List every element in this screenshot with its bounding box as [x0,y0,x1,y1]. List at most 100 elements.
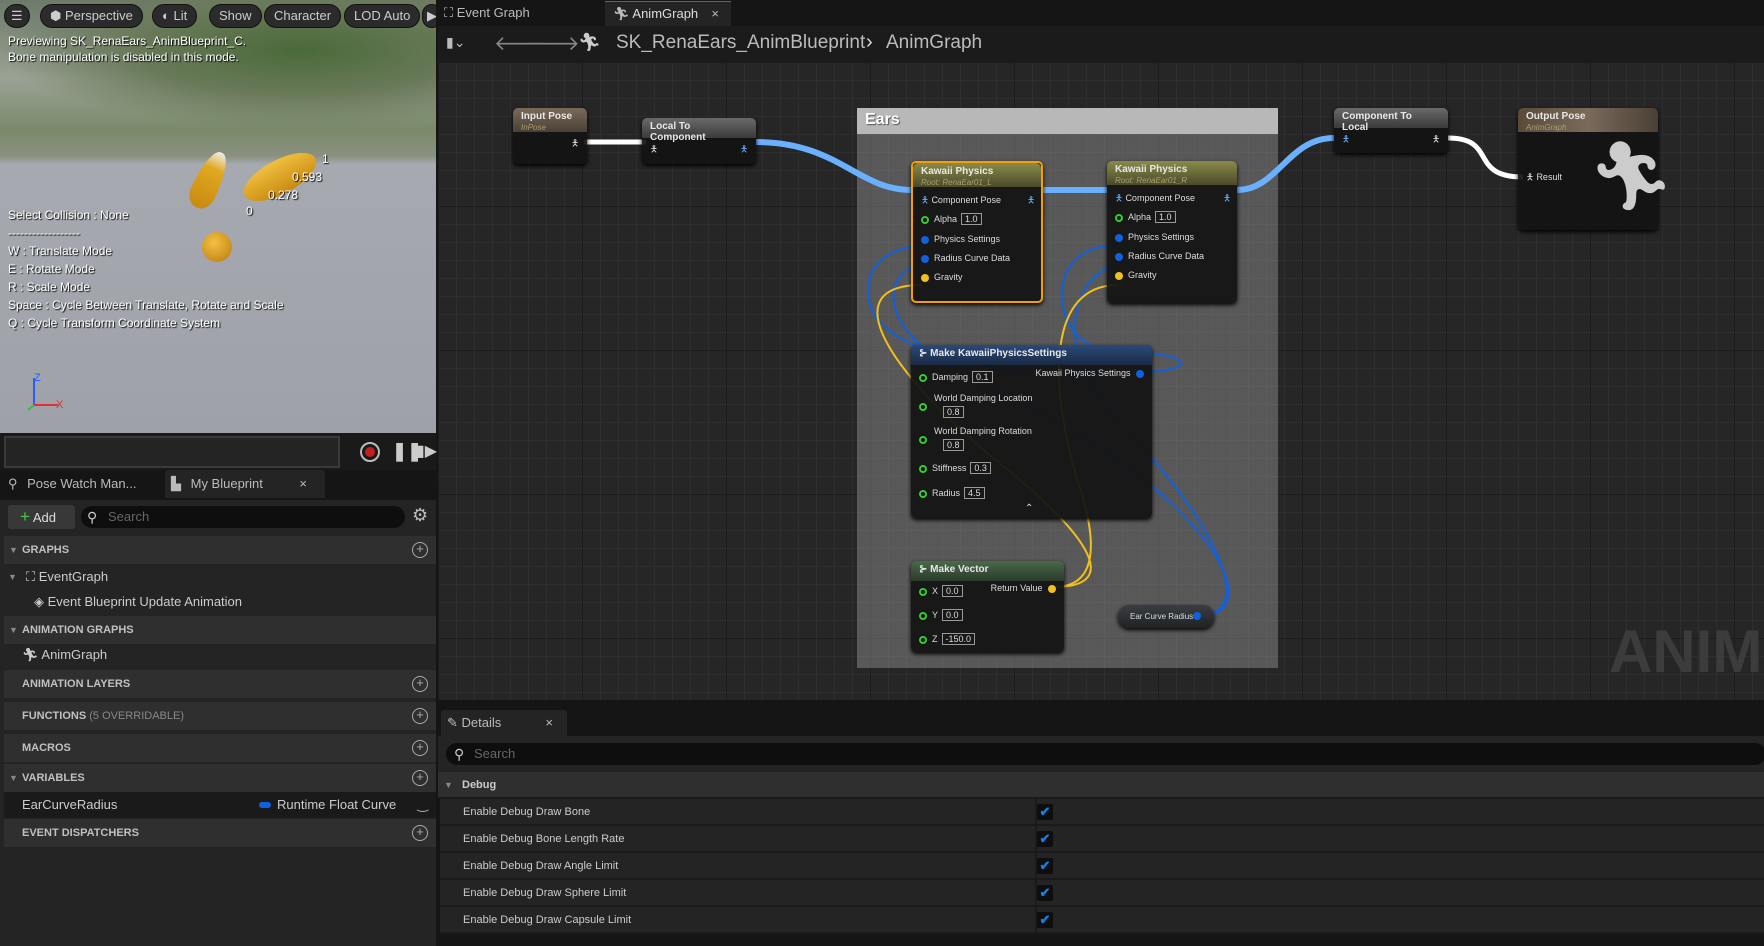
node-kawaii-physics-left[interactable]: Kawaii Physics Root: RenaEar01_L 🯅 Compon… [911,161,1043,303]
struct-pin-icon[interactable] [1115,252,1123,261]
property-checkbox[interactable]: ✔ [1037,858,1053,874]
tab-my-blueprint[interactable]: ▙ My Blueprint × [165,470,325,498]
pose-pin-icon[interactable]: 🯅 [1526,172,1534,182]
node-kawaii-physics-right[interactable]: Kawaii Physics Root: RenaEar01_R 🯅 Compon… [1107,161,1237,303]
breadcrumb-blueprint[interactable]: SK_RenaEars_AnimBlueprint [616,32,865,54]
close-icon[interactable]: × [299,470,307,498]
float-pin-icon[interactable] [919,373,927,382]
pose-pin-icon[interactable]: 🯅 [650,142,658,158]
tab-details[interactable]: ✎ Details × [441,710,567,736]
pose-pin-icon[interactable]: 🯅 [921,195,929,205]
float-pin-icon[interactable] [919,403,927,411]
breadcrumb-graph[interactable]: AnimGraph [886,32,982,54]
section-variables[interactable]: ▼ VARIABLES + [4,764,436,792]
property-checkbox[interactable]: ✔ [1037,912,1053,928]
struct-pin-icon[interactable] [921,254,929,263]
pose-pin-icon[interactable]: 🯅 [1342,132,1350,148]
node-output-pose[interactable]: Output Pose AnimGraph 🯅 Result 🏃︎ [1518,108,1674,230]
node-ear-curve-radius[interactable]: Ear Curve Radius [1118,605,1214,628]
node-make-kawaii-physics-settings[interactable]: ⊱ Make KawaiiPhysicsSettings Kawaii Phys… [911,345,1152,518]
step-forward-icon[interactable]: ▮▶ [416,441,437,461]
bookmark-icon[interactable]: ▮⌄ [446,34,465,51]
category-debug[interactable]: ▼ Debug [438,772,1764,799]
property-checkbox[interactable]: ✔ [1037,885,1053,901]
tab-event-graph[interactable]: ⛶ Event Graph [444,0,530,26]
pose-pin-icon[interactable]: 🯅 [571,136,579,152]
float-pin-icon[interactable] [919,611,927,620]
pose-pin-icon[interactable]: 🯅 [1027,193,1035,209]
section-animation-layers[interactable]: ANIMATION LAYERS + [4,670,436,698]
item-event-update-animation[interactable]: ◈ Event Blueprint Update Animation [4,589,436,615]
add-graph-icon[interactable]: + [412,542,428,558]
y-input[interactable]: 0.0 [942,609,963,621]
preview-viewport[interactable]: ☰ ⬢ Perspective ◐ Lit Show Character LOD… [0,0,436,433]
item-event-graph[interactable]: ▼ ⛶ EventGraph [4,564,436,590]
perspective-button[interactable]: ⬢ Perspective [40,4,143,28]
lit-button[interactable]: ◐ Lit [152,4,198,28]
node-input-pose[interactable]: Input Pose InPose 🯅 [513,108,587,164]
show-button[interactable]: Show [209,4,262,28]
struct-pin-icon[interactable] [1193,612,1201,620]
blueprint-search-input[interactable]: ⚲ Search [81,506,405,528]
float-pin-icon[interactable] [919,635,927,644]
section-animation-graphs[interactable]: ▼ ANIMATION GRAPHS [4,616,436,644]
settings-gear-icon[interactable]: ⚙ [412,505,428,526]
lod-button[interactable]: LOD Auto [344,4,421,28]
pose-pin-icon[interactable]: 🯅 [740,142,748,158]
add-macro-icon[interactable]: + [412,740,428,756]
node-component-to-local[interactable]: Component To Local 🯅 🯅 [1334,108,1448,153]
float-pin-icon[interactable] [919,464,927,473]
struct-pin-icon[interactable] [1115,233,1123,242]
section-graphs[interactable]: ▼ GRAPHS + [4,536,436,564]
menu-button[interactable]: ☰ [4,4,30,28]
property-checkbox[interactable]: ✔ [1037,831,1053,847]
alpha-input[interactable]: 1.0 [1155,211,1176,223]
add-layer-icon[interactable]: + [412,676,428,692]
struct-pin-icon[interactable] [921,235,929,244]
add-dispatcher-icon[interactable]: + [412,825,428,841]
float-pin-icon[interactable] [1115,213,1123,222]
float-pin-icon[interactable] [919,436,927,444]
node-local-to-component[interactable]: Local To Component 🯅 🯅 [642,118,756,164]
visibility-eye-icon[interactable]: ‿ [418,792,428,818]
forward-arrow-icon[interactable]: 🡒 [526,31,580,56]
collapse-chevron-icon[interactable]: ⌃ [1025,503,1033,514]
property-checkbox[interactable]: ✔ [1037,804,1053,820]
vector-pin-icon[interactable] [1115,271,1123,280]
play-icon[interactable]: ▶ [422,4,436,28]
alpha-input[interactable]: 1.0 [961,213,982,225]
character-button[interactable]: Character [264,4,342,28]
add-button[interactable]: + Add [8,505,75,529]
variable-ear-curve-radius[interactable]: EarCurveRadius Runtime Float Curve ‿ [4,792,436,818]
tab-anim-graph[interactable]: 🏃︎ AnimGraph × [605,1,731,26]
x-input[interactable]: 0.0 [942,585,963,597]
anim-graph-canvas[interactable]: ANIMATION Ears Input PoseInPose 🯅 Local … [438,62,1764,700]
damping-input[interactable]: 0.1 [972,371,993,383]
add-function-icon[interactable]: + [412,708,428,724]
tab-pose-watch-manager[interactable]: ⚲ Pose Watch Man... [8,470,158,498]
section-event-dispatchers[interactable]: EVENT DISPATCHERS + [4,819,436,847]
float-pin-icon[interactable] [921,215,929,224]
section-macros[interactable]: MACROS + [4,734,436,762]
timeline-scrubber[interactable] [4,436,340,468]
world-damping-rotation-input[interactable]: 0.8 [943,439,964,451]
stiffness-input[interactable]: 0.3 [970,462,991,474]
add-variable-icon[interactable]: + [412,770,428,786]
float-pin-icon[interactable] [919,489,927,498]
vector-pin-icon[interactable] [1048,584,1056,593]
node-make-vector[interactable]: ⊱ Make Vector Return Value X 0.0 Y 0.0 Z -1… [911,561,1064,652]
close-icon[interactable]: × [711,2,719,26]
section-functions[interactable]: FUNCTIONS (5 OVERRIDABLE) + [4,702,436,730]
float-pin-icon[interactable] [919,587,927,596]
z-input[interactable]: -150.0 [941,633,976,645]
details-search-input[interactable]: ⚲ Search [446,743,1764,765]
pose-pin-icon[interactable]: 🯅 [1223,191,1231,207]
close-icon[interactable]: × [545,710,553,736]
record-button[interactable] [360,442,380,462]
pose-pin-icon[interactable]: 🯅 [1432,132,1440,148]
vector-pin-icon[interactable] [921,273,929,282]
struct-pin-icon[interactable] [1136,369,1144,378]
item-anim-graph[interactable]: 🏃︎ AnimGraph [4,642,436,668]
world-damping-location-input[interactable]: 0.8 [943,406,964,418]
pose-pin-icon[interactable]: 🯅 [1115,193,1123,203]
